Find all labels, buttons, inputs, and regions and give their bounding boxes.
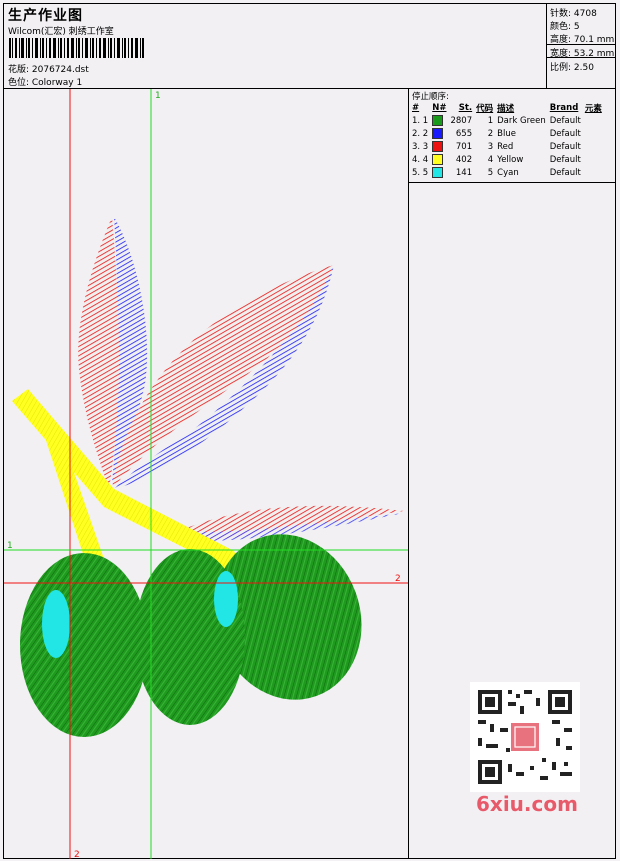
color-swatch <box>430 153 448 166</box>
stop-sequence-legend: 停止顺序: # N# St. 代码 描述 Brand 元素 1. 1 2807 … <box>409 89 615 183</box>
legend-row-index: 3. 3 <box>412 141 429 152</box>
legend-col-brand: Brand <box>549 102 579 113</box>
legend-row-stitches: 655 <box>455 128 473 139</box>
legend-row-code: 5 <box>487 167 494 178</box>
legend-col-desc: 描述 <box>497 103 515 114</box>
legend-header-row: # N# St. 代码 描述 Brand 元素 <box>410 101 604 114</box>
stats-divider <box>547 44 616 45</box>
legend-row-brand: Default <box>549 128 581 139</box>
barcode <box>9 38 144 58</box>
color-swatch <box>430 127 448 140</box>
colorway-label: 色位: Colorway 1 <box>8 78 83 88</box>
swatch-yellow <box>432 154 444 165</box>
legend-col-element: 元素 <box>584 103 602 114</box>
color-count: 颜色: 5 <box>550 22 580 32</box>
legend-row-desc: Cyan <box>497 167 519 178</box>
legend-row-brand: Default <box>549 167 581 178</box>
swatch-red <box>432 141 444 152</box>
legend-row-desc: Dark Green <box>497 115 546 126</box>
design-scale: 比例: 2.50 <box>550 63 594 73</box>
guide-label-v1: 1 <box>155 91 161 101</box>
legend-row: 4. 4 402 4 Yellow Default <box>410 153 604 166</box>
olive-left <box>20 553 148 737</box>
design-file-label: 花版: 2076724.dst <box>8 65 89 75</box>
legend-row-code: 4 <box>487 154 494 165</box>
swatch-blue <box>432 128 444 139</box>
legend-row-stitches: 2807 <box>450 115 473 126</box>
legend-row: 2. 2 655 2 Blue Default <box>410 127 604 140</box>
legend-row-brand: Default <box>549 115 581 126</box>
legend-row: 1. 1 2807 1 Dark Green Default <box>410 114 604 127</box>
color-swatch <box>430 166 448 179</box>
legend-table: # N# St. 代码 描述 Brand 元素 1. 1 2807 1 Dark… <box>410 101 604 179</box>
legend-row-index: 2. 2 <box>412 128 429 139</box>
legend-row-code: 1 <box>487 115 494 126</box>
legend-row-stitches: 402 <box>455 154 473 165</box>
color-swatch <box>430 140 448 153</box>
legend-row-index: 1. 1 <box>412 115 429 126</box>
legend-col-needle: N# <box>432 102 447 113</box>
red-leaf-left <box>78 217 120 489</box>
legend-col-stitches: St. <box>458 102 473 113</box>
guide-label-h2: 2 <box>395 574 401 584</box>
qr-code <box>470 682 580 792</box>
legend-row-stitches: 141 <box>455 167 473 178</box>
legend-row: 5. 5 141 5 Cyan Default <box>410 166 604 179</box>
stitch-count: 针数: 4708 <box>550 9 597 19</box>
design-preview: 1 1 2 2 <box>4 89 409 859</box>
stats-divider <box>547 57 616 58</box>
legend-row-desc: Blue <box>497 128 516 139</box>
cyan-highlight-left <box>42 590 70 658</box>
legend-col-code: 代码 <box>476 103 494 114</box>
stats-panel: 针数: 4708 颜色: 5 高度: 70.1 mm 宽度: 53.2 mm 比… <box>546 4 616 88</box>
legend-row-code: 3 <box>487 141 494 152</box>
legend-row-stitches: 701 <box>455 141 473 152</box>
legend-row-desc: Red <box>497 141 514 152</box>
sheet-title: 生产作业图 <box>8 8 83 24</box>
company-name: Wilcom(汇宏) 刺绣工作室 <box>8 27 114 37</box>
legend-row-index: 4. 4 <box>412 154 429 165</box>
embroidery-artwork: 1 1 2 2 <box>4 89 408 859</box>
legend-row-desc: Yellow <box>497 154 524 165</box>
legend-col-index: # <box>412 102 420 113</box>
legend-row-brand: Default <box>549 141 581 152</box>
legend-row: 3. 3 701 3 Red Default <box>410 140 604 153</box>
production-sheet: 生产作业图 Wilcom(汇宏) 刺绣工作室 花版: 2076724.dst 色… <box>3 3 616 859</box>
swatch-dark-green <box>432 115 444 126</box>
guide-label-v2: 2 <box>74 850 80 859</box>
swatch-cyan <box>432 167 444 178</box>
guide-label-h1: 1 <box>7 541 13 551</box>
legend-row-code: 2 <box>487 128 494 139</box>
sheet-header: 生产作业图 Wilcom(汇宏) 刺绣工作室 花版: 2076724.dst 色… <box>4 4 616 89</box>
legend-row-index: 5. 5 <box>412 167 429 178</box>
color-swatch <box>430 114 448 127</box>
cyan-highlight-right <box>214 571 238 627</box>
watermark: 6xiu.com <box>476 792 578 816</box>
legend-row-brand: Default <box>549 154 581 165</box>
